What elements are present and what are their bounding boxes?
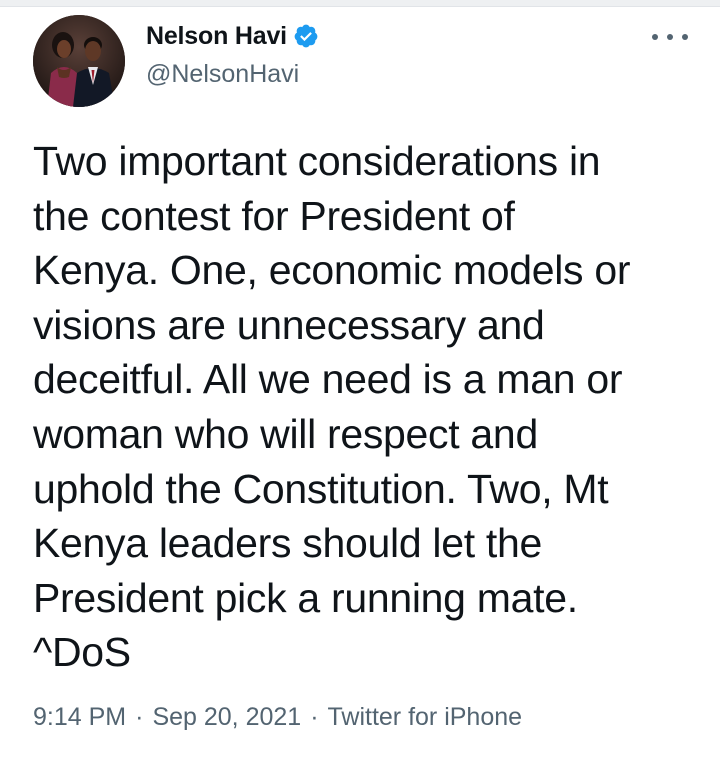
more-horizontal-icon: [652, 34, 658, 40]
more-horizontal-icon: [682, 34, 688, 40]
avatar-photo: [33, 15, 125, 107]
meta-separator: ·: [135, 703, 144, 731]
more-horizontal-icon: [667, 34, 673, 40]
tweet-card: Nelson Havi @NelsonHavi Two important co…: [0, 0, 720, 770]
tweet-text: Two important considerations in the cont…: [33, 138, 631, 676]
more-options-button[interactable]: [652, 30, 688, 44]
tweet-date[interactable]: Sep 20, 2021: [152, 703, 301, 732]
author-info: Nelson Havi @NelsonHavi: [146, 20, 319, 89]
tweet-source[interactable]: Twitter for iPhone: [328, 703, 523, 732]
author-name-row: Nelson Havi: [146, 20, 319, 52]
meta-separator: ·: [310, 703, 319, 731]
tweet-time[interactable]: 9:14 PM: [33, 703, 126, 732]
verified-badge-icon: [293, 23, 319, 49]
author-handle[interactable]: @NelsonHavi: [146, 60, 319, 89]
avatar[interactable]: [33, 15, 125, 107]
author-display-name[interactable]: Nelson Havi: [146, 22, 287, 51]
tweet-meta: 9:14 PM · Sep 20, 2021 · Twitter for iPh…: [33, 703, 522, 732]
